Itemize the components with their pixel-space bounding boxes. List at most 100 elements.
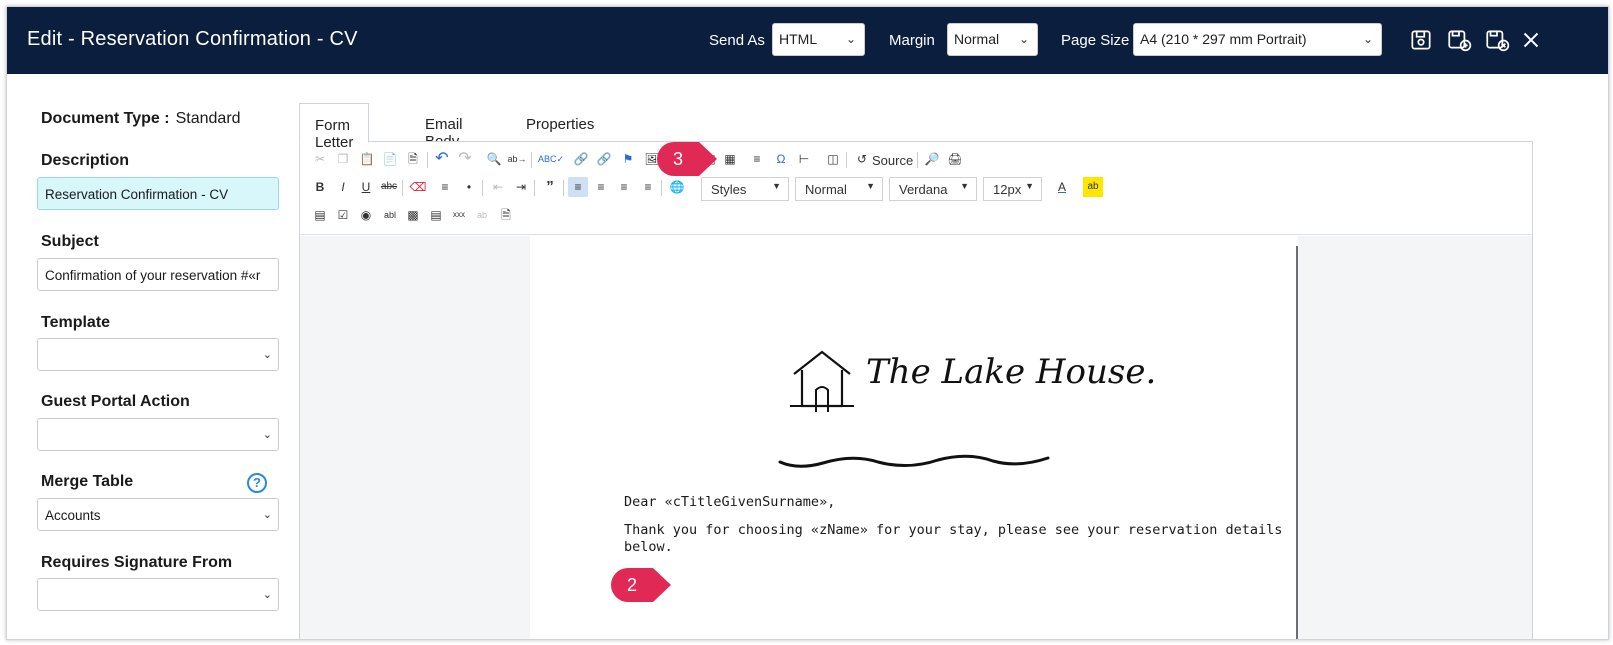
close-icon[interactable] xyxy=(1518,27,1544,53)
toolbar-separator xyxy=(563,180,564,196)
paste-word-icon[interactable]: 🗎 xyxy=(403,149,423,169)
header-bar: Edit - Reservation Confirmation - CV Sen… xyxy=(7,7,1608,74)
chevron-down-icon: ▼ xyxy=(960,181,969,191)
preview-icon[interactable]: 🔎 xyxy=(922,149,942,169)
merge-table-label: Merge Table xyxy=(41,473,134,490)
logo-text: The Lake House. xyxy=(866,352,1157,392)
select-field-icon[interactable]: ▤ xyxy=(426,205,446,225)
align-right-icon[interactable]: ≡ xyxy=(614,177,634,197)
step-badge-3: 3 xyxy=(657,142,717,176)
chevron-down-icon: ⌄ xyxy=(1362,32,1373,46)
find-icon[interactable]: 🔍 xyxy=(484,149,504,169)
format-value: Normal xyxy=(805,182,847,197)
tab-email-body[interactable]: Email Body xyxy=(425,103,463,150)
chevron-down-icon: ⌄ xyxy=(262,589,272,601)
link-icon[interactable]: 🔗 xyxy=(571,149,591,169)
description-input[interactable]: Reservation Confirmation - CV xyxy=(37,177,279,210)
cut-icon[interactable]: ✂ xyxy=(310,149,330,169)
send-as-label: Send As xyxy=(709,32,765,49)
print-icon[interactable]: 🖨 xyxy=(945,149,965,169)
table-icon[interactable]: ▦ xyxy=(720,149,740,169)
strikethrough-icon[interactable]: abc xyxy=(379,177,399,197)
page-break-icon[interactable]: ⊢ xyxy=(794,149,814,169)
align-center-icon[interactable]: ≡ xyxy=(591,177,611,197)
subject-input[interactable]: Confirmation of your reservation #«r xyxy=(37,258,279,291)
editor-toolbar: ✂ ❐ 📋 📄 🗎 ↶ ↷ 🔍 ab→ ABC✓ 🔗 🔗 ⚑ 🖼 ▣ ▦ ≡ Ω… xyxy=(300,142,1532,235)
redo-icon[interactable]: ↷ xyxy=(455,149,475,169)
increase-indent-icon[interactable]: ⇥ xyxy=(511,177,531,197)
chevron-down-icon: ⌄ xyxy=(1018,32,1029,46)
button-field-icon[interactable]: xxx xyxy=(449,205,469,225)
source-icon[interactable]: ↺ xyxy=(852,149,872,169)
toolbar-separator xyxy=(534,180,535,196)
special-character-icon[interactable]: Ω xyxy=(771,149,791,169)
tab-form-letter[interactable]: Form Letter xyxy=(299,103,370,151)
unlink-icon[interactable]: 🔗 xyxy=(594,149,614,169)
guest-portal-action-label: Guest Portal Action xyxy=(41,393,190,410)
text-color-icon[interactable]: A xyxy=(1052,177,1072,197)
save-close-icon[interactable] xyxy=(1484,27,1510,53)
undo-icon[interactable]: ↶ xyxy=(432,149,452,169)
justify-icon[interactable]: ≡ xyxy=(638,177,658,197)
source-button-label[interactable]: Source xyxy=(872,153,913,168)
chevron-down-icon: ⌄ xyxy=(262,349,272,361)
replace-icon[interactable]: ab→ xyxy=(507,149,527,169)
help-icon[interactable]: ? xyxy=(247,473,267,493)
highlight-color-icon[interactable]: ab xyxy=(1083,177,1103,197)
margin-value: Normal xyxy=(954,31,1000,47)
align-left-icon[interactable]: ≡ xyxy=(568,177,588,197)
margin-select[interactable]: Normal ⌄ xyxy=(947,23,1038,56)
textarea-icon[interactable]: ▩ xyxy=(403,205,423,225)
hidden-field-icon[interactable]: ab xyxy=(472,205,492,225)
step-badge-2: 2 xyxy=(611,568,671,602)
editor-content-area[interactable]: The Lake House. Dear «cTitleGivenSurname… xyxy=(300,236,1532,639)
font-size-combo[interactable]: 12px ▼ xyxy=(983,177,1042,201)
letter-body-line1: Thank you for choosing «zName» for your … xyxy=(624,522,1283,538)
decrease-indent-icon[interactable]: ⇤ xyxy=(488,177,508,197)
letter-body-line2: below. xyxy=(624,539,673,555)
italic-icon[interactable]: I xyxy=(333,177,353,197)
font-combo[interactable]: Verdana ▼ xyxy=(889,177,977,201)
spellcheck-icon[interactable]: ABC✓ xyxy=(538,149,564,169)
checkbox-icon[interactable]: ☑ xyxy=(333,205,353,225)
document-type: Document Type : Standard xyxy=(41,110,241,128)
save-icon[interactable] xyxy=(1408,27,1434,53)
chevron-down-icon: ⌄ xyxy=(262,429,272,441)
send-as-select[interactable]: HTML ⌄ xyxy=(772,23,865,56)
anchor-flag-icon[interactable]: ⚑ xyxy=(618,149,638,169)
tab-properties[interactable]: Properties xyxy=(526,103,594,143)
language-icon[interactable]: 🌐 xyxy=(667,177,687,197)
subject-value: Confirmation of your reservation #«r xyxy=(45,268,261,283)
merge-table-value: Accounts xyxy=(45,508,101,523)
requires-signature-select[interactable]: ⌄ xyxy=(37,578,279,611)
blockquote-icon[interactable]: ” xyxy=(540,177,560,197)
remove-format-icon[interactable]: ⌫ xyxy=(408,177,428,197)
font-value: Verdana xyxy=(899,182,948,197)
guest-portal-action-select[interactable]: ⌄ xyxy=(37,418,279,451)
page-size-select[interactable]: A4 (210 * 297 mm Portrait) ⌄ xyxy=(1133,23,1382,56)
requires-signature-label: Requires Signature From xyxy=(41,554,233,571)
format-combo[interactable]: Normal ▼ xyxy=(795,177,883,201)
toolbar-separator xyxy=(661,180,662,196)
styles-combo[interactable]: Styles ▼ xyxy=(701,177,789,201)
bulleted-list-icon[interactable]: • xyxy=(459,177,479,197)
radio-icon[interactable]: ◉ xyxy=(356,205,376,225)
template-select[interactable]: ⌄ xyxy=(37,338,279,371)
paste-icon[interactable]: 📋 xyxy=(357,149,377,169)
iframe-icon[interactable]: ◫ xyxy=(823,149,843,169)
bold-icon[interactable]: B xyxy=(310,177,330,197)
description-value: Reservation Confirmation - CV xyxy=(45,187,229,202)
subject-label: Subject xyxy=(41,233,99,250)
toolbar-separator xyxy=(531,152,532,168)
signature-field-icon[interactable]: 🗎 xyxy=(496,205,516,225)
chevron-down-icon: ▼ xyxy=(866,181,875,191)
text-field-icon[interactable]: abl xyxy=(380,205,400,225)
paste-text-icon[interactable]: 📄 xyxy=(380,149,400,169)
underline-icon[interactable]: U xyxy=(356,177,376,197)
save-new-icon[interactable] xyxy=(1446,27,1472,53)
horizontal-line-icon[interactable]: ≡ xyxy=(747,149,767,169)
numbered-list-icon[interactable]: ≡ xyxy=(435,177,455,197)
form-icon[interactable]: ▤ xyxy=(310,205,330,225)
copy-icon[interactable]: ❐ xyxy=(333,149,353,169)
merge-table-select[interactable]: Accounts ⌄ xyxy=(37,498,279,531)
